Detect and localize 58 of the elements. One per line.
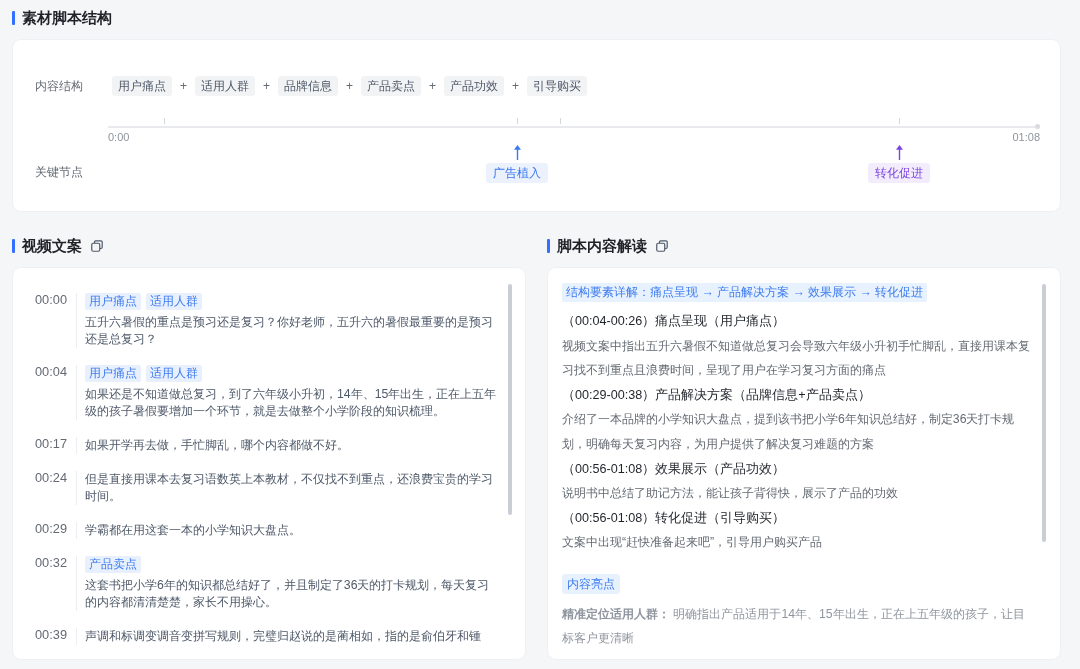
segment-text: 说明书中总结了助记方法，能让孩子背得快，展示了产品的功效 xyxy=(562,485,899,503)
title-bar-icon xyxy=(547,239,550,253)
entry-time: 00:29 xyxy=(35,520,69,538)
segment-heading: （00:56-01:08）效果展示（产品功效） xyxy=(562,460,787,478)
entry-text: 但是直接用课本去复习语数英上本教材，不仅找不到重点，还浪费宝贵的学习时间。 xyxy=(85,471,494,505)
highlight-tag: 内容亮点 xyxy=(562,573,620,594)
segment-heading: （00:29-00:38）产品解决方案（品牌信息+产品卖点） xyxy=(562,386,872,404)
segment-text: 介绍了一本品牌的小学知识大盘点，提到该书把小学6年知识总结好，制定36天打卡规划，明确每天复习内容，为用户提供了解决复习难题的方案 xyxy=(562,411,1016,453)
entry-text: 如果开学再去做，手忙脚乱，哪个内容都做不好。 xyxy=(85,437,350,454)
summary-banner: 结构要素详解：痛点呈现 → 产品解决方案 → 效果展示 → 转化促进 xyxy=(562,283,928,302)
time-label: 0:00 xyxy=(108,131,130,144)
copy-icon[interactable] xyxy=(656,240,668,252)
section-title: 视频文案 xyxy=(22,236,82,256)
entry-time: 00:32 xyxy=(35,554,69,572)
entry-text: 声调和标调变调音变拼写规则，完璧归赵说的是蔺相如，指的是俞伯牙和锺 xyxy=(85,628,482,645)
field-label: 关键节点 xyxy=(35,164,83,181)
entry-text: 学霸都在用这套一本的小学知识大盘点。 xyxy=(85,522,302,539)
entry-text: 这套书把小学6年的知识都总结好了，并且制定了36天的打卡规划，每天复习的内容都清清楚楚，家长不用操心。 xyxy=(85,577,491,611)
copy-icon[interactable] xyxy=(91,240,103,252)
structure-tag: 用户痛点 xyxy=(112,76,172,96)
entry-text: 五升六暑假的重点是预习还是复习？你好老师，五升六的暑假最重要的是预习还是总复习？ xyxy=(85,314,494,348)
time-label: 01:08 xyxy=(1012,131,1040,144)
section-title: 脚本内容解读 xyxy=(557,236,647,256)
segment-heading: （00:56-01:08）转化促进（引导购买） xyxy=(562,509,787,527)
entry-tag: 适用人群 xyxy=(146,293,202,310)
entry-tag: 用户痛点 xyxy=(85,293,141,310)
title-bar-icon xyxy=(12,11,15,25)
entry-time: 00:17 xyxy=(35,435,69,453)
structure-tag: 适用人群 xyxy=(195,76,255,96)
entry-text: 如果还是不知道做总复习，到了六年级小升初，14年、15年出生，正在上五年级的孩子暑假要增加一个环节，就是去做整个小学阶段的知识梳理。 xyxy=(85,386,498,420)
plus-sign: + xyxy=(429,78,437,95)
axis-end-dot-icon xyxy=(1035,124,1040,129)
section-title: 素材脚本结构 xyxy=(22,8,112,28)
scrollbar-thumb[interactable] xyxy=(508,284,512,515)
node-tag: 广告植入 xyxy=(486,163,549,183)
plus-sign: + xyxy=(263,78,271,95)
segment-heading: （00:04-00:26）痛点呈现（用户痛点） xyxy=(562,313,787,330)
structure-tag: 产品功效 xyxy=(444,76,505,96)
entry-time: 00:24 xyxy=(35,469,69,487)
structure-tag: 引导购买 xyxy=(527,76,588,96)
title-bar-icon xyxy=(12,239,15,253)
segment-text: 视频文案中指出五升六暑假不知道做总复习会导致六年级小升初手忙脚乱，直接用课本复习找不到重点且浪费时间，呈现了用户在学习复习方面的痛点 xyxy=(562,337,1031,380)
plus-sign: + xyxy=(512,78,520,95)
node-tag: 转化促进 xyxy=(868,163,931,183)
field-label: 内容结构 xyxy=(35,77,84,95)
structure-tag: 产品卖点 xyxy=(361,76,422,96)
entry-time: 00:00 xyxy=(35,291,69,309)
structure-tag: 品牌信息 xyxy=(278,76,339,96)
highlight-text: 精准定位适用人群： 明确指出产品适用于14年、15年出生，正在上五年级的孩子，让目标客户更清晰 xyxy=(562,605,1026,647)
entry-tag: 适用人群 xyxy=(146,365,202,382)
entry-time: 00:39 xyxy=(35,626,69,644)
scrollbar-thumb[interactable] xyxy=(1042,284,1046,542)
entry-tag: 用户痛点 xyxy=(85,365,141,382)
plus-sign: + xyxy=(346,78,354,95)
entry-time: 00:04 xyxy=(35,363,69,381)
entry-tag: 产品卖点 xyxy=(85,556,141,573)
segment-text: 文案中出现“赶快准备起来吧”，引导用户购买产品 xyxy=(562,534,824,552)
plus-sign: + xyxy=(180,78,187,95)
